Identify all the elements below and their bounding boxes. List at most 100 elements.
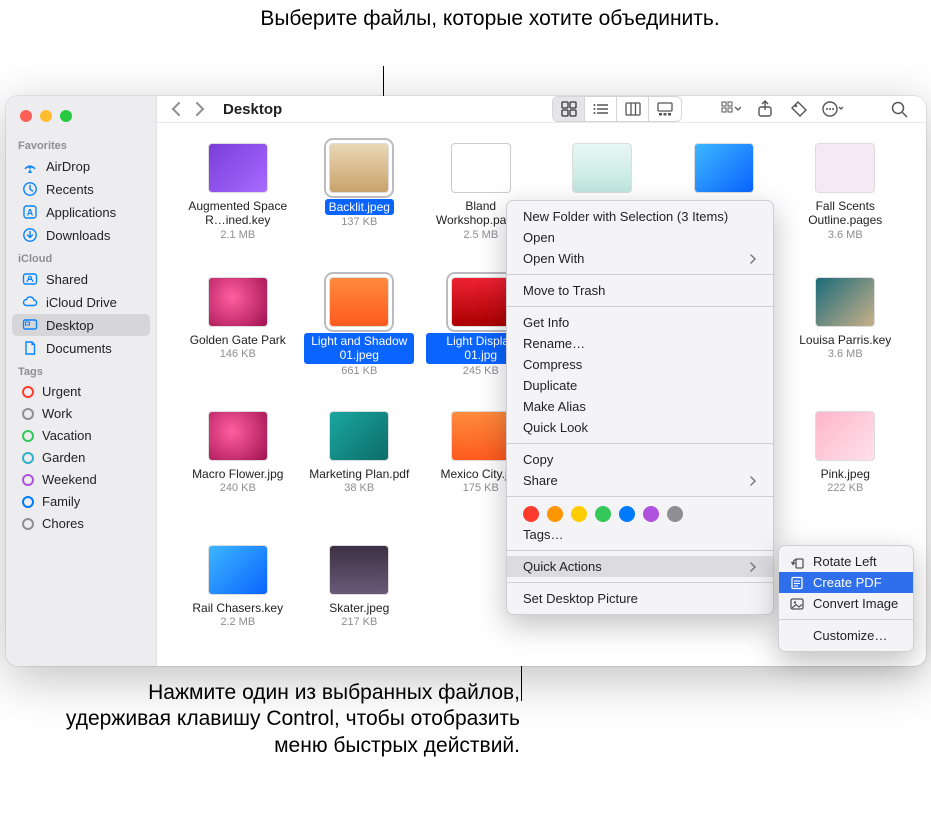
- sidebar-item-recents[interactable]: Recents: [12, 178, 150, 200]
- sidebar-item-shared[interactable]: Shared: [12, 268, 150, 290]
- close-window-button[interactable]: [20, 110, 32, 122]
- file-name: Louisa Parris.key: [799, 333, 891, 347]
- zoom-window-button[interactable]: [60, 110, 72, 122]
- menu-item-share[interactable]: Share: [507, 470, 773, 491]
- sidebar-tag-weekend[interactable]: Weekend: [12, 469, 150, 490]
- tag-color-circle[interactable]: [619, 506, 635, 522]
- file-name: Golden Gate Park: [190, 333, 286, 347]
- sidebar-tag-garden[interactable]: Garden: [12, 447, 150, 468]
- menu-separator: [507, 496, 773, 497]
- sidebar-item-label: Work: [42, 406, 72, 421]
- file-item[interactable]: Marketing Plan.pdf38 KB: [299, 409, 421, 539]
- minimize-window-button[interactable]: [40, 110, 52, 122]
- view-icons-button[interactable]: [553, 97, 585, 121]
- menu-separator: [507, 274, 773, 275]
- menu-item-move-to-trash[interactable]: Move to Trash: [507, 280, 773, 301]
- share-button[interactable]: [752, 97, 778, 121]
- back-button[interactable]: [171, 101, 182, 117]
- tag-color-circle[interactable]: [667, 506, 683, 522]
- menu-item-set-desktop-picture[interactable]: Set Desktop Picture: [507, 588, 773, 609]
- sidebar-item-airdrop[interactable]: AirDrop: [12, 155, 150, 177]
- menu-item-quick-actions[interactable]: Quick Actions: [507, 556, 773, 577]
- menu-item-open[interactable]: Open: [507, 227, 773, 248]
- sidebar-tag-work[interactable]: Work: [12, 403, 150, 424]
- file-item[interactable]: Louisa Parris.key3.6 MB: [785, 275, 907, 405]
- file-item[interactable]: Golden Gate Park146 KB: [177, 275, 299, 405]
- file-size: 175 KB: [463, 482, 499, 494]
- file-name: Backlit.jpeg: [325, 199, 394, 215]
- menu-item-make-alias[interactable]: Make Alias: [507, 396, 773, 417]
- menu-item-label: Make Alias: [523, 399, 586, 414]
- menu-item-compress[interactable]: Compress: [507, 354, 773, 375]
- sidebar-item-downloads[interactable]: Downloads: [12, 224, 150, 246]
- menu-item-duplicate[interactable]: Duplicate: [507, 375, 773, 396]
- menu-item-new-folder-with-selection-3-items[interactable]: New Folder with Selection (3 Items): [507, 206, 773, 227]
- file-item[interactable]: Macro Flower.jpg240 KB: [177, 409, 299, 539]
- group-by-button[interactable]: [718, 97, 744, 121]
- sidebar-tag-vacation[interactable]: Vacation: [12, 425, 150, 446]
- sidebar-item-applications[interactable]: AApplications: [12, 201, 150, 223]
- submenu-item-label: Customize…: [813, 628, 887, 643]
- tag-color-circle[interactable]: [523, 506, 539, 522]
- file-item[interactable]: Rail Chasers.key2.2 MB: [177, 543, 299, 673]
- file-item[interactable]: Augmented Space R…ined.key2.1 MB: [177, 141, 299, 271]
- sidebar-tag-urgent[interactable]: Urgent: [12, 381, 150, 402]
- file-size: 661 KB: [341, 365, 377, 377]
- menu-item-quick-look[interactable]: Quick Look: [507, 417, 773, 438]
- file-item[interactable]: Pink.jpeg222 KB: [785, 409, 907, 539]
- sidebar-item-desktop[interactable]: Desktop: [12, 314, 150, 336]
- tag-color-circle[interactable]: [595, 506, 611, 522]
- file-size: 3.6 MB: [828, 229, 863, 241]
- tag-color-circle[interactable]: [643, 506, 659, 522]
- tag-dot-icon: [22, 496, 34, 508]
- menu-separator: [507, 582, 773, 583]
- menu-item-label: Get Info: [523, 315, 569, 330]
- tag-dot-icon: [22, 452, 34, 464]
- desktop-icon: [22, 317, 38, 333]
- menu-item-get-info[interactable]: Get Info: [507, 312, 773, 333]
- menu-item-label: Tags…: [523, 527, 563, 542]
- search-button[interactable]: [886, 97, 912, 121]
- view-columns-button[interactable]: [617, 97, 649, 121]
- sidebar-item-label: Downloads: [46, 228, 110, 243]
- view-list-button[interactable]: [585, 97, 617, 121]
- file-size: 137 KB: [341, 216, 377, 228]
- file-item[interactable]: Backlit.jpeg137 KB: [299, 141, 421, 271]
- tag-color-circle[interactable]: [547, 506, 563, 522]
- menu-item-rename[interactable]: Rename…: [507, 333, 773, 354]
- menu-item-copy[interactable]: Copy: [507, 449, 773, 470]
- view-gallery-button[interactable]: [649, 97, 681, 121]
- file-size: 217 KB: [341, 616, 377, 628]
- tag-button[interactable]: [786, 97, 812, 121]
- sidebar-item-label: Family: [42, 494, 80, 509]
- menu-item-label: Set Desktop Picture: [523, 591, 638, 606]
- file-item[interactable]: Light and Shadow 01.jpeg661 KB: [299, 275, 421, 405]
- quick-actions-submenu: Rotate LeftCreate PDFConvert Image Custom…: [778, 545, 914, 652]
- file-thumbnail: [451, 411, 511, 461]
- submenu-item-rotate-left[interactable]: Rotate Left: [779, 551, 913, 572]
- rotate-icon: [789, 555, 805, 569]
- menu-item-label: Open With: [523, 251, 584, 266]
- tag-dot-icon: [22, 430, 34, 442]
- sidebar-item-icloud-drive[interactable]: iCloud Drive: [12, 291, 150, 313]
- file-thumbnail: [208, 545, 268, 595]
- more-button[interactable]: [820, 97, 846, 121]
- submenu-item-create-pdf[interactable]: Create PDF: [779, 572, 913, 593]
- file-item[interactable]: Fall Scents Outline.pages3.6 MB: [785, 141, 907, 271]
- file-item[interactable]: Skater.jpeg217 KB: [299, 543, 421, 673]
- file-size: 240 KB: [220, 482, 256, 494]
- submenu-item-customize[interactable]: Customize…: [779, 625, 913, 646]
- sidebar-item-documents[interactable]: Documents: [12, 337, 150, 359]
- menu-separator: [779, 619, 913, 620]
- menu-item-label: Open: [523, 230, 555, 245]
- sidebar-tag-chores[interactable]: Chores: [12, 513, 150, 534]
- forward-button[interactable]: [194, 101, 205, 117]
- tag-color-circle[interactable]: [571, 506, 587, 522]
- view-switcher: [552, 96, 682, 122]
- menu-item-tags[interactable]: Tags…: [507, 524, 773, 545]
- file-size: 245 KB: [463, 365, 499, 377]
- submenu-item-convert-image[interactable]: Convert Image: [779, 593, 913, 614]
- menu-item-open-with[interactable]: Open With: [507, 248, 773, 269]
- sidebar-item-label: Urgent: [42, 384, 81, 399]
- sidebar-tag-family[interactable]: Family: [12, 491, 150, 512]
